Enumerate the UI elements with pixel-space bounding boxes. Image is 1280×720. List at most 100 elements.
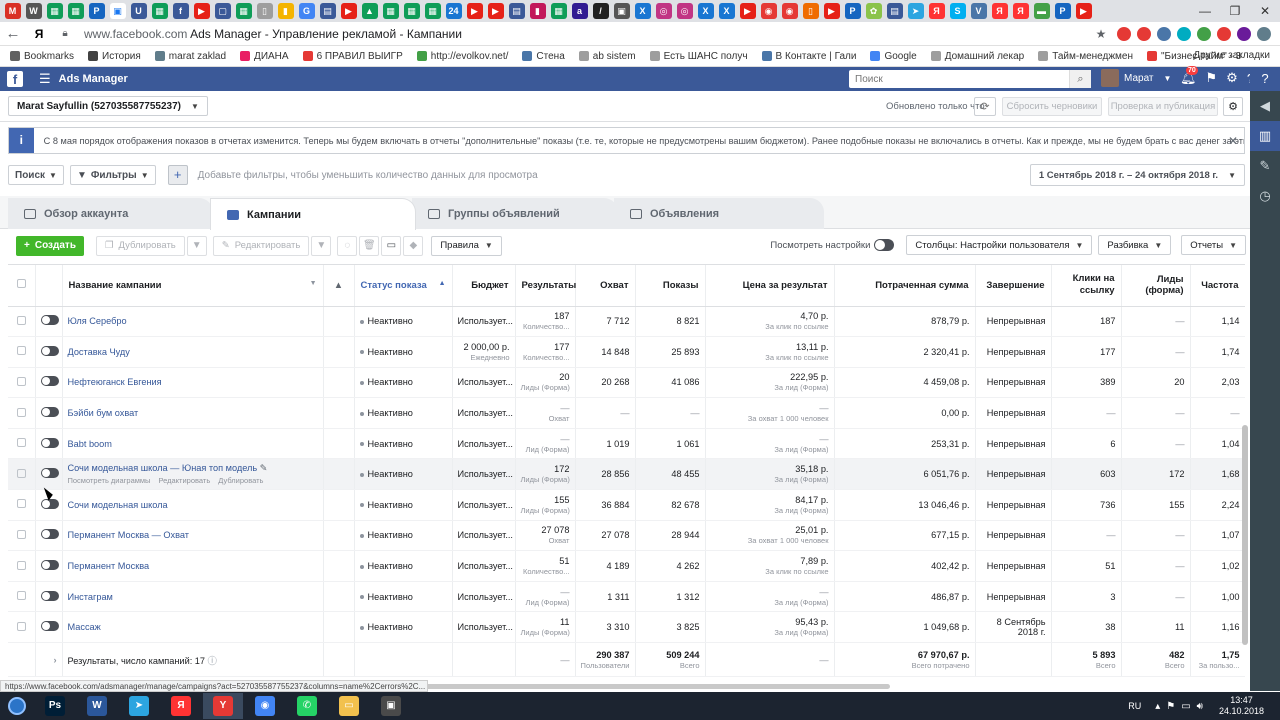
horizontal-scrollbar[interactable]	[420, 684, 890, 689]
campaign-name-cell[interactable]: Юля Серебро	[62, 306, 324, 338]
extension-icon[interactable]	[1257, 26, 1271, 41]
table-row[interactable]: Инстаграм Неактивно Использует... — Лид (Фор…	[8, 581, 1245, 613]
campaign-toggle[interactable]	[40, 529, 59, 540]
campaign-name-link[interactable]: Доставка Чуду	[68, 347, 130, 357]
lock-icon[interactable]: ▣	[613, 3, 630, 19]
table-row[interactable]: Нефтеюганск Евгения Неактивно Использует..…	[8, 367, 1245, 399]
table-row[interactable]: Доставка Чуду Неактивно 2 000,00 р. Ежеднев…	[8, 336, 1245, 368]
bookmark-item[interactable]: http://evolkov.net/	[416, 51, 508, 62]
tab-ads[interactable]: Объявления	[614, 198, 824, 230]
facebook-icon[interactable]: f	[172, 3, 189, 19]
date-range-picker[interactable]: 1 Сентябрь 2018 г. – 24 октября 2018 г. …	[1029, 164, 1245, 186]
start-button[interactable]	[0, 692, 34, 720]
bookmark-item[interactable]: 6 ПРАВИЛ ВЫИГР	[302, 51, 403, 62]
ab-icon[interactable]: a	[571, 3, 588, 19]
bookmark-item[interactable]: ab sistem	[578, 51, 636, 62]
gear-icon[interactable]: ⚙	[1226, 70, 1238, 86]
cal-icon[interactable]: ▤	[886, 3, 903, 19]
yandex-logo-icon[interactable]: Я	[26, 27, 52, 41]
bookmark-item[interactable]: Есть ШАНС получ	[649, 51, 748, 62]
ab-test-icon[interactable]: ◌	[337, 235, 358, 256]
campaign-name-link[interactable]: Массаж	[68, 622, 101, 632]
vk-icon[interactable]: V	[970, 3, 987, 19]
24-icon[interactable]: 24	[445, 3, 462, 19]
campaign-name-link[interactable]: Сочи модельная школа — Юная топ модель	[68, 463, 258, 473]
breakdown-dropdown[interactable]: Разбивка ▼	[1098, 235, 1172, 255]
pencil-icon[interactable]: ✎	[1250, 151, 1280, 181]
bookmark-item[interactable]: Стена	[522, 51, 565, 62]
bookmark-item[interactable]: В Контакте | Гали	[761, 51, 856, 62]
tray-icons[interactable]: ▴⚑▭🔊︎	[1155, 701, 1209, 712]
header-results[interactable]: Результаты	[515, 265, 576, 307]
header-link-clicks[interactable]: Клики на ссылку	[1051, 265, 1122, 307]
header-budget[interactable]: Бюджет	[452, 265, 516, 307]
account-selector[interactable]: Marat Sayfullin (527035587755237) ▼	[8, 96, 208, 116]
taskbar-app[interactable]: W	[77, 693, 117, 719]
sheets-icon[interactable]: ▦	[550, 3, 567, 19]
row-checkbox[interactable]	[16, 560, 26, 570]
campaign-toggle[interactable]	[40, 590, 59, 601]
youtube-icon[interactable]: ▶	[340, 3, 357, 19]
bookmark-item[interactable]: marat zaklad	[154, 51, 226, 62]
slash-icon[interactable]: /	[592, 3, 609, 19]
back-arrow-icon[interactable]: ←	[0, 25, 26, 42]
yandex-icon[interactable]: Я	[1012, 3, 1029, 19]
sheets-icon[interactable]: ▦	[403, 3, 420, 19]
campaign-name-cell[interactable]: Бэйби бум охват	[62, 397, 324, 429]
skype-icon[interactable]: S	[949, 3, 966, 19]
campaign-name-cell[interactable]: Инстаграм	[62, 581, 324, 613]
youtube-icon[interactable]: ▶	[823, 3, 840, 19]
taskbar-app[interactable]: Y	[203, 693, 243, 719]
cal-icon[interactable]: ▤	[319, 3, 336, 19]
language-indicator[interactable]: RU	[1128, 701, 1141, 711]
instagram-icon[interactable]: ◎	[655, 3, 672, 19]
create-button[interactable]: + Создать	[16, 235, 84, 256]
active-tab-icon[interactable]: ▣	[109, 3, 126, 19]
header-cost-per-result[interactable]: Цена за результат	[705, 265, 835, 307]
avatar[interactable]	[1101, 69, 1119, 87]
taskbar-app[interactable]: ▭	[329, 693, 369, 719]
table-row[interactable]: Babt boom Неактивно Использует... — Лид (Фор…	[8, 428, 1245, 460]
vertical-scrollbar[interactable]	[1242, 425, 1248, 645]
review-publish-button[interactable]: Проверка и публикация	[1108, 97, 1218, 116]
tag-icon[interactable]: ◆	[403, 235, 424, 256]
google-icon[interactable]: G	[298, 3, 315, 19]
refresh-icon[interactable]: ⟳	[974, 97, 996, 116]
extension-icon[interactable]	[1217, 26, 1231, 41]
taskbar-app[interactable]: Я	[161, 693, 201, 719]
chat-icon[interactable]: ▢	[214, 3, 231, 19]
tab-account-overview[interactable]: Обзор аккаунта	[8, 198, 213, 230]
extension-icon[interactable]	[1197, 26, 1211, 41]
bookmark-item[interactable]: ДИАНА	[240, 51, 289, 62]
drive-icon[interactable]: ▲	[361, 3, 378, 19]
filters-button[interactable]: ▼ Фильтры ▼	[69, 165, 156, 185]
trash-icon[interactable]: 🗑︎	[359, 235, 380, 256]
x-icon[interactable]: X	[697, 3, 714, 19]
close-icon[interactable]: ✕	[1228, 134, 1238, 148]
chevron-down-icon[interactable]: ▼	[311, 235, 332, 256]
campaign-toggle[interactable]	[40, 498, 59, 509]
row-checkbox[interactable]	[16, 315, 26, 325]
p-icon[interactable]: P	[844, 3, 861, 19]
header-amount-spent[interactable]: Потраченная сумма	[834, 265, 976, 307]
header-reach[interactable]: Охват	[575, 265, 636, 307]
chevron-down-icon[interactable]: ▼	[186, 235, 207, 256]
add-filter-button[interactable]: +	[167, 165, 188, 185]
menu-icon[interactable]: ☰	[39, 71, 51, 87]
sheets-icon[interactable]: ▦	[67, 3, 84, 19]
table-row[interactable]: Юля Серебро Неактивно Использует... 187 Коли…	[8, 306, 1245, 338]
extension-icon[interactable]	[1177, 26, 1191, 41]
campaign-name-link[interactable]: Babt boom	[68, 439, 112, 449]
campaign-toggle[interactable]	[40, 315, 59, 326]
row-checkbox[interactable]	[16, 468, 26, 478]
search-input[interactable]	[849, 73, 1069, 85]
row-checkbox[interactable]	[16, 529, 26, 539]
youtube-icon[interactable]: ▶	[739, 3, 756, 19]
campaign-name-link[interactable]: Юля Серебро	[68, 316, 127, 326]
p-icon[interactable]: P	[88, 3, 105, 19]
table-row[interactable]: Массаж Неактивно Использует... 11 Лиды (Форм…	[8, 611, 1245, 644]
table-row[interactable]: Сочи модельная школа — Юная топ модель ✎…	[8, 458, 1245, 491]
gear-icon[interactable]: ⚙	[1223, 97, 1243, 116]
sheets-icon[interactable]: ▦	[382, 3, 399, 19]
campaign-toggle[interactable]	[40, 345, 59, 356]
